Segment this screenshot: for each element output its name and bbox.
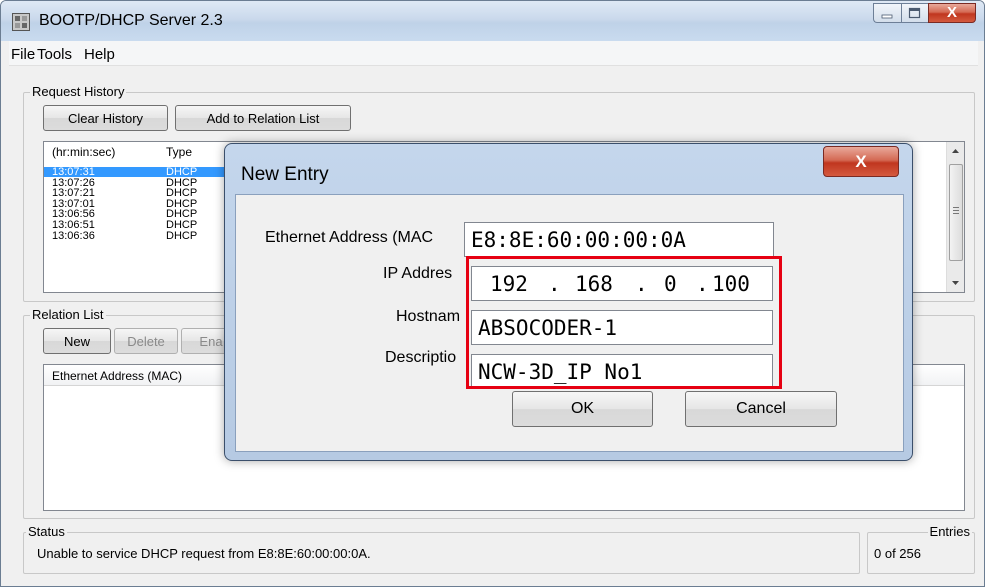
hostname-label: Hostnam [396,308,461,325]
window-title: BOOTP/DHCP Server 2.3 [39,12,223,29]
history-time: 13:06:36 [52,229,95,242]
dialog-close-button[interactable]: X [823,146,899,177]
ok-button[interactable]: OK [512,391,653,427]
highlight-box [466,256,782,389]
entries-label: Entries [927,524,972,539]
maximize-button[interactable] [901,3,928,23]
close-icon: X [946,4,957,21]
scroll-up-icon[interactable] [947,144,964,158]
caption-buttons: X [873,3,976,25]
history-time: 13:07:21 [52,187,95,200]
column-header-mac[interactable]: Ethernet Address (MAC) [52,369,182,383]
menu-file[interactable]: File [11,46,35,63]
history-type: DHCP [166,187,198,200]
mac-address-label: Ethernet Address (MAC [265,229,434,246]
history-type: DHCP [166,219,198,231]
history-type: DHCP [166,197,198,210]
menu-help[interactable]: Help [84,46,115,63]
history-time: 13:07:31 [52,166,95,178]
minimize-icon [881,14,893,19]
scroll-thumb[interactable] [949,164,963,261]
delete-button[interactable]: Delete [114,328,178,354]
vertical-scrollbar[interactable] [946,142,964,292]
mac-address-field[interactable]: E8:8E:60:00:00:0A [464,222,774,257]
add-to-relation-list-button[interactable]: Add to Relation List [175,105,351,131]
close-button[interactable]: X [928,3,976,23]
history-time: 13:07:01 [52,197,95,210]
description-label: Descriptio [385,349,457,366]
minimize-button[interactable] [873,3,901,23]
clear-history-button[interactable]: Clear History [43,105,168,131]
history-type: DHCP [166,229,198,242]
title-bar[interactable]: BOOTP/DHCP Server 2.3 X [1,1,984,41]
column-header-type[interactable]: Type [166,145,192,159]
status-message: Unable to service DHCP request from E8:8… [37,546,371,561]
history-type: DHCP [166,176,198,189]
request-history-label: Request History [30,84,127,99]
ip-address-label: IP Addres [383,265,453,282]
dialog-title: New Entry [241,164,329,185]
scroll-down-icon[interactable] [947,276,964,290]
main-window: BOOTP/DHCP Server 2.3 X File Tools Help … [0,0,985,587]
menu-bar: File Tools Help [9,41,978,66]
app-icon [12,13,30,31]
history-type: DHCP [166,208,198,221]
entries-count: 0 of 256 [874,546,921,561]
history-time: 13:06:51 [52,219,95,231]
close-icon: X [855,151,867,171]
history-type: DHCP [166,166,198,178]
maximize-icon [908,7,921,19]
column-header-time[interactable]: (hr:min:sec) [52,145,115,159]
relation-list-label: Relation List [30,307,106,322]
history-time: 13:06:56 [52,208,95,221]
menu-tools[interactable]: Tools [37,46,72,63]
cancel-button[interactable]: Cancel [685,391,837,427]
status-label: Status [26,524,67,539]
new-button[interactable]: New [43,328,111,354]
history-time: 13:07:26 [52,176,95,189]
grip-icon [953,207,959,214]
